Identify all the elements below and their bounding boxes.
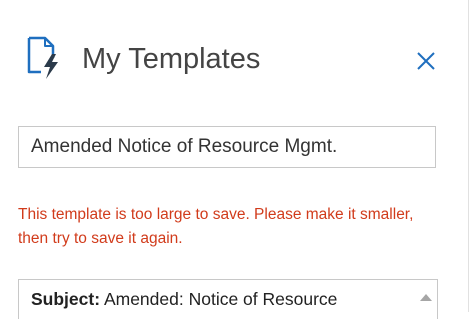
error-message: This template is too large to save. Plea… <box>18 206 414 247</box>
template-body-field[interactable]: Subject: Amended: Notice of Resource <box>18 279 438 319</box>
close-button[interactable] <box>412 47 440 75</box>
page-title: My Templates <box>82 43 261 75</box>
scroll-up-button[interactable] <box>417 290 435 304</box>
subject-line: Subject: Amended: Notice of Resource <box>31 289 337 310</box>
template-name-input[interactable] <box>18 126 436 168</box>
close-icon <box>417 52 435 70</box>
subject-value: Amended: Notice of Resource <box>103 289 338 309</box>
scroll-up-arrow-icon <box>420 293 432 301</box>
document-lightning-icon <box>27 36 58 79</box>
subject-label: Subject: <box>31 289 101 309</box>
